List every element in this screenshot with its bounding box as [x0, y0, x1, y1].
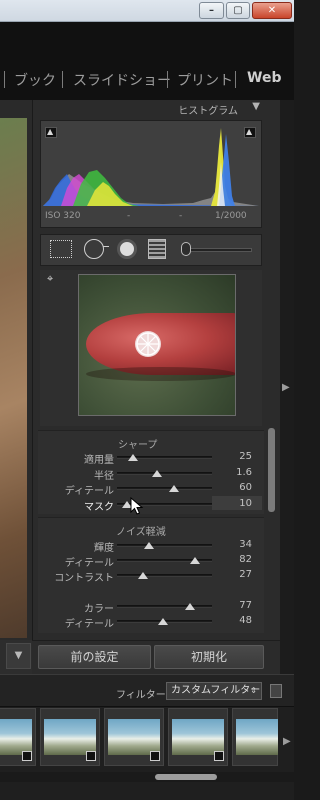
filmstrip-thumbnail[interactable] — [40, 708, 100, 766]
filmstrip-thumbnail[interactable] — [0, 708, 36, 766]
slider-value[interactable]: 77 — [222, 600, 252, 611]
graduated-filter-icon[interactable] — [148, 239, 166, 259]
shutter-value: 1/2000 — [215, 211, 247, 221]
main-photo[interactable] — [0, 118, 27, 638]
filmstrip-scrollbar[interactable] — [155, 774, 217, 780]
crop-icon[interactable] — [50, 240, 72, 258]
slider-track[interactable] — [117, 487, 212, 490]
slider-label: 半径 — [94, 470, 114, 482]
focal-length-value: - — [127, 211, 131, 221]
slider-knob[interactable] — [137, 572, 148, 579]
slider-label: マスク — [84, 501, 114, 513]
edit-badge-icon — [22, 751, 32, 761]
minimize-icon: – — [209, 5, 214, 16]
chevron-down-icon: ▼ — [14, 650, 23, 661]
slider-knob[interactable] — [144, 542, 155, 549]
close-button[interactable]: ✕ — [252, 2, 292, 19]
module-slideshow[interactable]: スライドショー — [73, 70, 171, 90]
panel-scrollbar[interactable] — [268, 428, 275, 512]
edit-badge-icon — [86, 751, 96, 761]
toolbar-dropdown[interactable]: ▼ — [6, 643, 31, 669]
slider-label: 適用量 — [84, 455, 114, 466]
module-separator — [62, 71, 63, 88]
shadow-clipping-toggle[interactable]: ▲ — [45, 127, 57, 138]
slider-label: ディテール — [64, 619, 114, 630]
window-titlebar: – ▢ ✕ — [0, 0, 294, 22]
maximize-icon: ▢ — [233, 5, 243, 16]
slider-value[interactable]: 1.6 — [222, 467, 252, 478]
mouse-cursor-icon — [130, 497, 144, 515]
slider-knob[interactable] — [151, 469, 162, 477]
filter-select[interactable]: カスタムフィルター ⇕ — [166, 682, 262, 700]
edit-badge-icon — [214, 751, 224, 761]
spot-removal-icon[interactable] — [84, 239, 104, 259]
filmstrip-scrollbar-track[interactable] — [0, 772, 294, 782]
slider-track[interactable] — [117, 605, 212, 608]
module-book[interactable]: ブック — [14, 70, 56, 90]
filmstrip-toggle-icon[interactable]: ▶ — [283, 736, 291, 747]
module-separator — [167, 71, 168, 88]
slider-value[interactable]: 10 — [222, 498, 252, 509]
right-panel-toggle-icon[interactable]: ▶ — [282, 382, 290, 393]
histogram-header[interactable]: ヒストグラム ▼ — [38, 100, 270, 118]
slider-track[interactable] — [117, 471, 212, 475]
slider-label: ディテール — [64, 558, 114, 569]
slider-knob[interactable] — [128, 454, 139, 461]
module-print[interactable]: プリント — [177, 70, 233, 90]
spot-removal-arrow — [103, 246, 109, 247]
collapse-icon[interactable]: ▼ — [252, 101, 260, 112]
edit-badge-icon — [150, 751, 160, 761]
slider-knob[interactable] — [169, 485, 179, 492]
adjustment-brush-track[interactable] — [188, 248, 252, 252]
lightroom-window: – ▢ ✕ ブック スライドショー プリント Web ▼ ヒストグラム ▼ ▲ … — [0, 0, 294, 800]
target-icon[interactable]: ⌖ — [47, 272, 53, 286]
close-icon: ✕ — [267, 5, 277, 16]
slider-label: カラー — [84, 604, 114, 615]
highlight-clipping-toggle[interactable]: ▲ — [244, 127, 256, 138]
filmstrip-thumbnail[interactable] — [104, 708, 164, 766]
previous-settings-button[interactable]: 前の設定 — [38, 645, 151, 669]
iso-value: ISO 320 — [45, 211, 81, 221]
zoom-point-icon — [135, 331, 161, 357]
module-separator — [235, 71, 236, 88]
slider-knob[interactable] — [189, 557, 200, 564]
triangle-up-icon: ▲ — [246, 127, 253, 136]
reset-button[interactable]: 初期化 — [154, 645, 264, 669]
filter-lock-icon[interactable] — [270, 684, 282, 698]
slider-label: コントラスト — [54, 573, 114, 584]
module-web[interactable]: Web — [247, 70, 281, 86]
maximize-button[interactable]: ▢ — [226, 2, 250, 19]
chevron-updown-icon: ⇕ — [250, 686, 257, 695]
aperture-value: - — [179, 211, 183, 221]
slider-value[interactable]: 48 — [222, 615, 252, 626]
histogram-graph — [43, 128, 259, 206]
filmstrip-thumbnail[interactable] — [232, 708, 278, 766]
minimize-button[interactable]: – — [199, 2, 224, 19]
red-eye-icon[interactable] — [117, 239, 137, 259]
petal-shape — [86, 313, 235, 375]
detail-preview[interactable] — [78, 274, 236, 416]
slider-value[interactable]: 34 — [222, 539, 252, 550]
slider-value[interactable]: 25 — [222, 451, 252, 462]
filter-select-value: カスタムフィルター — [171, 685, 261, 696]
slider-knob[interactable] — [185, 603, 196, 610]
filmstrip-thumbnail[interactable] — [168, 708, 228, 766]
histogram-title: ヒストグラム — [178, 106, 238, 117]
slider-value[interactable]: 60 — [222, 482, 252, 493]
slider-value[interactable]: 82 — [222, 554, 252, 565]
slider-label: 輝度 — [94, 543, 114, 554]
slider-knob[interactable] — [157, 618, 168, 625]
noise-reduction-title: ノイズ軽減 — [116, 527, 166, 538]
adjustment-brush-icon[interactable] — [181, 242, 191, 256]
slider-value[interactable]: 27 — [222, 569, 252, 580]
module-separator — [4, 71, 5, 88]
triangle-up-icon: ▲ — [47, 127, 54, 136]
sharpening-title: シャープ — [118, 440, 158, 451]
slider-track[interactable] — [117, 574, 212, 577]
petal-shadow — [86, 367, 235, 381]
slider-label: ディテール — [64, 486, 114, 497]
slider-track[interactable] — [117, 544, 212, 547]
